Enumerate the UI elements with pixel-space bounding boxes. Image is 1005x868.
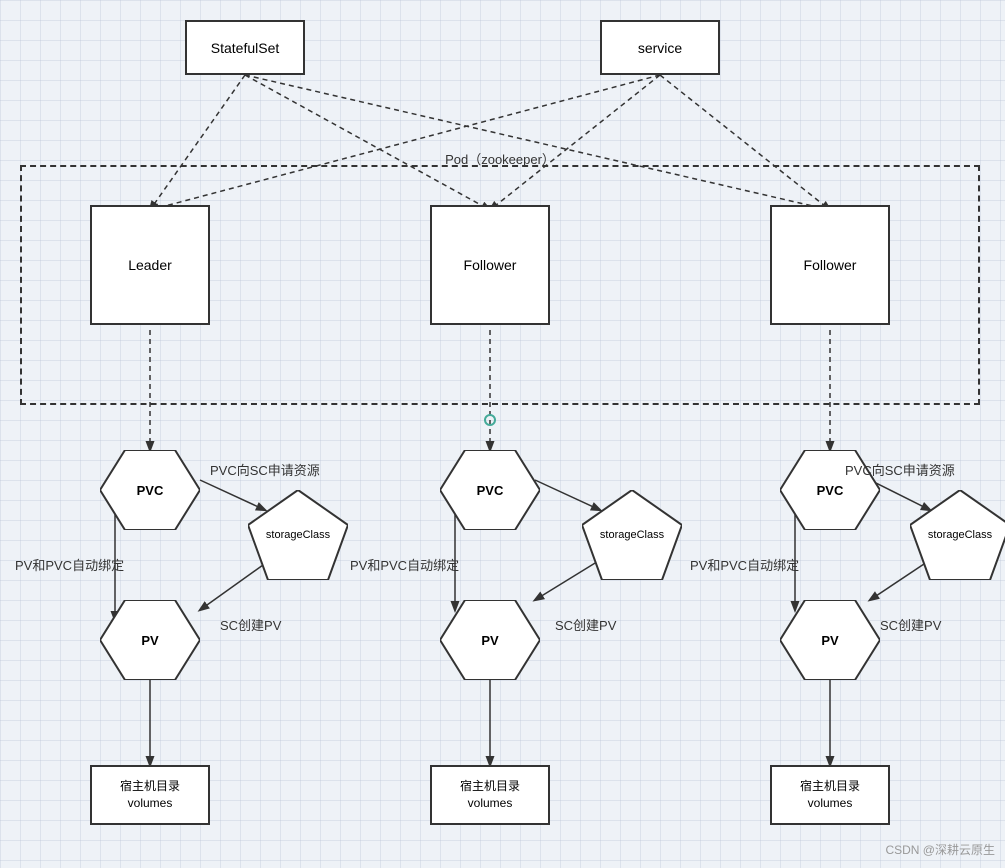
host2-box: 宿主机目录volumes	[430, 765, 550, 825]
pv1-label: PV	[141, 633, 158, 648]
pv-pvc-bind-right-label: PV和PVC自动绑定	[690, 555, 799, 574]
pv2-hexagon: PV	[440, 600, 540, 680]
pvc1-label: PVC	[137, 483, 164, 498]
pvc-sc-request-left-label: PVC向SC申请资源	[210, 460, 320, 479]
follower2-box: Follower	[770, 205, 890, 325]
pod-container-label: Pod（zookeeper）	[445, 149, 555, 168]
pvc2-label: PVC	[477, 483, 504, 498]
service-label: service	[638, 40, 682, 56]
pv2-label: PV	[481, 633, 498, 648]
sc1-label: storageClass	[266, 529, 330, 541]
host1-box: 宿主机目录volumes	[90, 765, 210, 825]
sc-create-pv-right-label: SC创建PV	[880, 615, 941, 634]
sc-create-pv-left-label: SC创建PV	[220, 615, 281, 634]
pv-pvc-bind-mid-label: PV和PVC自动绑定	[350, 555, 459, 574]
arrows-svg	[0, 0, 1005, 868]
leader-box: Leader	[90, 205, 210, 325]
host2-label: 宿主机目录volumes	[460, 778, 520, 812]
pv1-hexagon: PV	[100, 600, 200, 680]
pv3-label: PV	[821, 633, 838, 648]
pvc1-hexagon: PVC	[100, 450, 200, 530]
statefulset-label: StatefulSet	[211, 40, 280, 56]
sc3-pentagon: storageClass	[910, 490, 1005, 580]
host3-box: 宿主机目录volumes	[770, 765, 890, 825]
statefulset-box: StatefulSet	[185, 20, 305, 75]
sc2-pentagon: storageClass	[582, 490, 682, 580]
sc-create-pv-mid-label: SC创建PV	[555, 615, 616, 634]
leader-label: Leader	[128, 257, 172, 273]
host1-label: 宿主机目录volumes	[120, 778, 180, 812]
pv3-hexagon: PV	[780, 600, 880, 680]
sc3-label: storageClass	[928, 529, 992, 541]
follower1-box: Follower	[430, 205, 550, 325]
diagram-canvas: StatefulSet service Pod（zookeeper） Leade…	[0, 0, 1005, 868]
watermark-label: CSDN @深耕云原生	[885, 841, 995, 858]
pv-pvc-bind-left-label: PV和PVC自动绑定	[15, 555, 124, 574]
follower1-label: Follower	[464, 257, 517, 273]
pvc2-hexagon: PVC	[440, 450, 540, 530]
host3-label: 宿主机目录volumes	[800, 778, 860, 812]
pvc-sc-request-right-label: PVC向SC申请资源	[845, 460, 955, 479]
service-box: service	[600, 20, 720, 75]
sc1-pentagon: storageClass	[248, 490, 348, 580]
follower2-label: Follower	[804, 257, 857, 273]
pvc3-label: PVC	[817, 483, 844, 498]
sc2-label: storageClass	[600, 529, 664, 541]
